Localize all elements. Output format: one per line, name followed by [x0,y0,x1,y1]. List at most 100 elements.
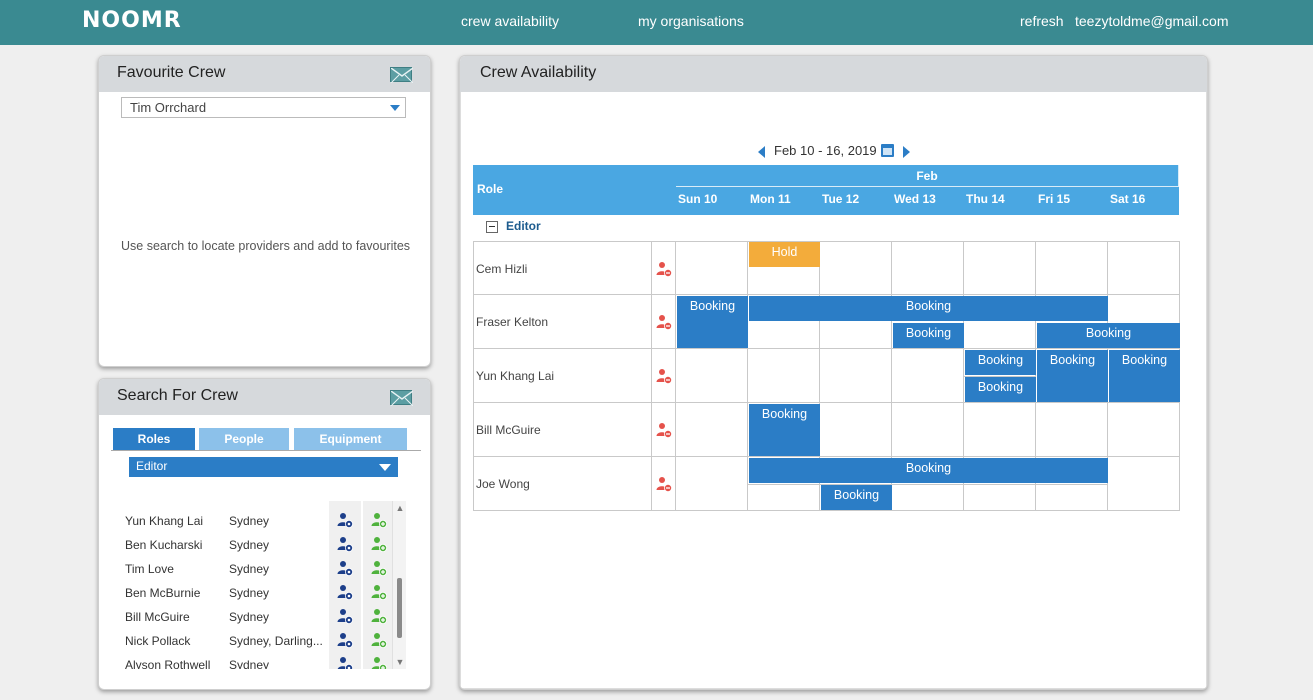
remove-crew-icon[interactable] [656,422,672,438]
crew-location: Sydney [229,538,270,552]
group-row-editor: Editor [473,215,1179,241]
remove-crew-icon[interactable] [656,476,672,492]
crew-name: Fraser Kelton [476,315,549,329]
list-item: Yun Khang Lai Sydney [111,509,407,533]
view-profile-icon[interactable] [337,656,353,669]
schedule-row: Bill McGuire [473,403,1179,457]
add-favourite-icon[interactable] [371,584,387,600]
schedule-header: Role Feb Sun 10 Mon 11 Tue 12 Wed 13 Thu 14 F… [473,165,1179,215]
search-crew-panel: Search For Crew Roles People Equipment E… [98,378,431,690]
crew-search-results: Yun Khang Lai Sydney Ben Kucharski Sydney Ti… [111,501,407,669]
mail-icon[interactable] [390,67,413,83]
crew-name: Ben Kucharski [125,538,203,552]
booking-event[interactable]: Booking [821,485,892,510]
day-header: Sat 16 [1110,192,1146,206]
grid-line [747,241,748,511]
add-favourite-icon[interactable] [371,536,387,552]
crew-location: Sydney [229,562,270,576]
crew-name: Yun Khang Lai [125,514,204,528]
grid-line [473,241,474,511]
crew-availability-panel: Crew Availability Feb 10 - 16, 2019 Role… [459,55,1208,690]
crew-name: Alyson Rothwell [125,658,211,669]
panel-header: Crew Availability [460,56,1207,92]
role-column-header: Role [477,182,504,196]
panel-title: Search For Crew [117,387,238,404]
crew-name: Joe Wong [476,477,530,491]
panel-title: Favourite Crew [117,64,226,81]
results-scrollbar[interactable]: ▲ ▼ [392,501,406,669]
booking-event[interactable]: Booking [677,296,748,348]
booking-event[interactable]: Booking [893,323,964,348]
tab-people[interactable]: People [199,428,289,450]
booking-event[interactable]: Booking [1037,350,1108,402]
mail-icon[interactable] [390,390,413,406]
app-logo[interactable]: NOOMR [82,8,182,33]
booking-event[interactable]: Booking [749,296,1108,321]
list-item: Ben Kucharski Sydney [111,533,407,557]
add-favourite-icon[interactable] [371,512,387,528]
booking-event[interactable]: Booking [1037,323,1180,348]
booking-event[interactable]: Booking [749,404,820,456]
month-header: Feb [676,165,1179,187]
tab-equipment[interactable]: Equipment [294,428,407,450]
scroll-down-icon[interactable]: ▼ [395,657,405,667]
collapse-icon[interactable] [486,221,498,233]
crew-name: Bill McGuire [476,423,541,437]
view-profile-icon[interactable] [337,560,353,576]
panel-header: Favourite Crew [99,56,430,92]
day-header: Tue 12 [822,192,860,206]
panel-header: Search For Crew [99,379,430,415]
booking-event[interactable]: Booking [965,350,1036,375]
day-header: Wed 13 [894,192,936,206]
favourite-select-value: Tim Orrchard [130,100,207,115]
add-favourite-icon[interactable] [371,632,387,648]
view-profile-icon[interactable] [337,584,353,600]
add-favourite-icon[interactable] [371,656,387,669]
list-item: Alyson Rothwell Sydney [111,653,407,669]
favourite-crew-select[interactable]: Tim Orrchard [121,97,406,118]
hold-event[interactable]: Hold [749,242,820,267]
view-profile-icon[interactable] [337,512,353,528]
add-favourite-icon[interactable] [371,560,387,576]
remove-crew-icon[interactable] [656,368,672,384]
user-email-link[interactable]: teezytoldme@gmail.com [1075,13,1229,29]
nav-crew-availability[interactable]: crew availability [461,13,559,29]
crew-location: Sydney [229,610,270,624]
date-range: Feb 10 - 16, 2019 [774,143,877,158]
booking-event[interactable]: Booking [965,377,1036,402]
schedule-grid: Cem Hizli Fraser Kelton Yun Khang Lai Bill … [473,241,1180,511]
remove-crew-icon[interactable] [656,314,672,330]
scroll-up-icon[interactable]: ▲ [395,503,405,513]
nav-my-organisations[interactable]: my organisations [638,13,744,29]
scroll-thumb[interactable] [397,578,402,638]
crew-location: Sydney [229,514,270,528]
next-week-icon[interactable] [903,146,910,158]
crew-name: Cem Hizli [476,262,528,276]
crew-location: Sydney [229,658,270,669]
list-item: Bill McGuire Sydney [111,605,407,629]
role-select-value: Editor [136,459,168,473]
favourites-hint: Use search to locate providers and add t… [121,239,411,253]
view-profile-icon[interactable] [337,632,353,648]
remove-crew-icon[interactable] [656,261,672,277]
panel-title: Crew Availability [480,64,597,81]
booking-event[interactable]: Booking [749,458,1108,483]
role-select[interactable]: Editor [129,457,398,477]
list-item: Tim Love Sydney [111,557,407,581]
chevron-down-icon [379,464,391,471]
date-navigator: Feb 10 - 16, 2019 [461,142,1207,162]
booking-event[interactable]: Booking [1109,350,1180,402]
calendar-icon[interactable] [881,144,894,157]
crew-location: Sydney [229,586,270,600]
list-item: Nick Pollack Sydney, Darling... [111,629,407,653]
previous-week-icon[interactable] [758,146,765,158]
view-profile-icon[interactable] [337,608,353,624]
refresh-link[interactable]: refresh [1020,13,1064,29]
tab-divider [111,450,421,451]
grid-line [748,484,1108,485]
tab-roles[interactable]: Roles [113,428,195,450]
add-favourite-icon[interactable] [371,608,387,624]
view-profile-icon[interactable] [337,536,353,552]
crew-name: Tim Love [125,562,174,576]
grid-line [675,241,676,511]
